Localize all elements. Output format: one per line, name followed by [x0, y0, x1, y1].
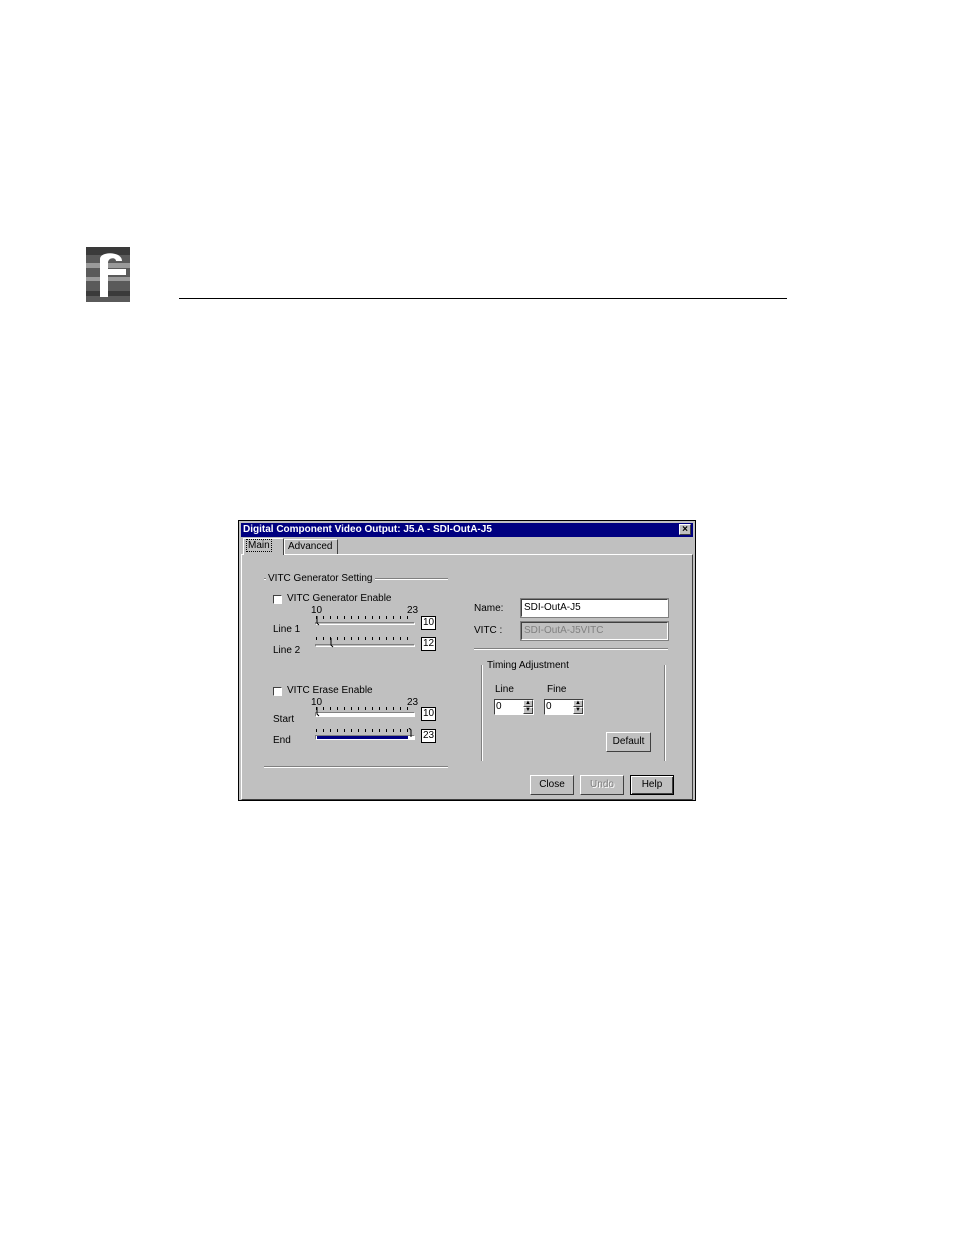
vitc-group-bottom-line: [264, 766, 448, 768]
name-field[interactable]: SDI-OutA-J5: [520, 598, 669, 618]
end-slider-thumb[interactable]: [408, 728, 413, 738]
line1-label: Line 1: [273, 624, 301, 635]
line1-ticks: [316, 616, 414, 619]
timing-fine-spinner[interactable]: 0 ▲ ▼: [544, 699, 584, 715]
timing-line-label: Line: [495, 684, 514, 695]
tab-advanced[interactable]: Advanced: [284, 539, 338, 554]
start-value: 10: [421, 707, 436, 721]
dialog-titlebar[interactable]: Digital Component Video Output: J5.A - S…: [241, 523, 693, 537]
vitc-generator-enable-label: VITC Generator Enable: [287, 593, 392, 604]
end-label: End: [273, 735, 291, 746]
start-label: Start: [273, 714, 295, 725]
line2-slider-thumb[interactable]: [330, 638, 335, 648]
vitc-field: SDI-OutA-J5VITC: [520, 621, 669, 641]
timing-fine-value: 0: [546, 701, 552, 712]
output-settings-dialog: Digital Component Video Output: J5.A - S…: [238, 520, 696, 801]
spin-down-icon[interactable]: ▼: [573, 707, 583, 714]
name-label: Name:: [474, 603, 504, 614]
timing-line-value: 0: [496, 701, 502, 712]
start-slider-track[interactable]: [315, 712, 415, 717]
spin-down-icon[interactable]: ▼: [523, 707, 533, 714]
end-slider-track[interactable]: [315, 735, 415, 740]
close-icon[interactable]: ×: [679, 524, 691, 535]
start-slider-thumb[interactable]: [316, 707, 321, 717]
dialog-title: Digital Component Video Output: J5.A - S…: [243, 524, 492, 535]
line1-value: 10: [421, 616, 436, 630]
end-ticks: [316, 729, 414, 732]
header-rule: [179, 298, 787, 299]
fields-separator: [474, 648, 668, 650]
spin-up-icon[interactable]: ▲: [523, 700, 533, 707]
vitc-erase-enable-checkbox[interactable]: [273, 687, 282, 696]
vitc-group-label: VITC Generator Setting: [266, 573, 375, 584]
start-ticks: [316, 707, 414, 710]
end-slider-fill: [317, 736, 408, 739]
vitc-erase-enable-label: VITC Erase Enable: [287, 685, 373, 696]
timing-group-right-line: [664, 665, 666, 761]
help-button[interactable]: Help: [630, 775, 674, 795]
close-button[interactable]: Close: [530, 775, 574, 795]
spin-up-icon[interactable]: ▲: [573, 700, 583, 707]
line2-value: 12: [421, 637, 436, 651]
timing-group-label: Timing Adjustment: [487, 660, 569, 671]
timing-group-left-line: [481, 665, 483, 761]
line-range-min: 10: [311, 605, 323, 616]
company-logo: [86, 247, 130, 302]
tab-main-label: Main: [246, 539, 272, 552]
timing-fine-label: Fine: [547, 684, 567, 695]
end-value: 23: [421, 729, 436, 743]
undo-button: Undo: [580, 775, 624, 795]
vitc-label: VITC :: [474, 625, 503, 636]
tab-advanced-label: Advanced: [288, 541, 333, 552]
default-button[interactable]: Default: [606, 732, 651, 752]
main-tab-panel: VITC Generator Setting VITC Generator En…: [241, 554, 693, 800]
vitc-generator-enable-checkbox[interactable]: [273, 595, 282, 604]
tab-main[interactable]: Main: [243, 538, 284, 555]
line1-slider-track[interactable]: [315, 622, 415, 625]
line2-label: Line 2: [273, 645, 301, 656]
timing-line-spinner[interactable]: 0 ▲ ▼: [494, 699, 534, 715]
line1-slider-thumb[interactable]: [316, 616, 321, 626]
line-range-max: 23: [407, 605, 419, 616]
